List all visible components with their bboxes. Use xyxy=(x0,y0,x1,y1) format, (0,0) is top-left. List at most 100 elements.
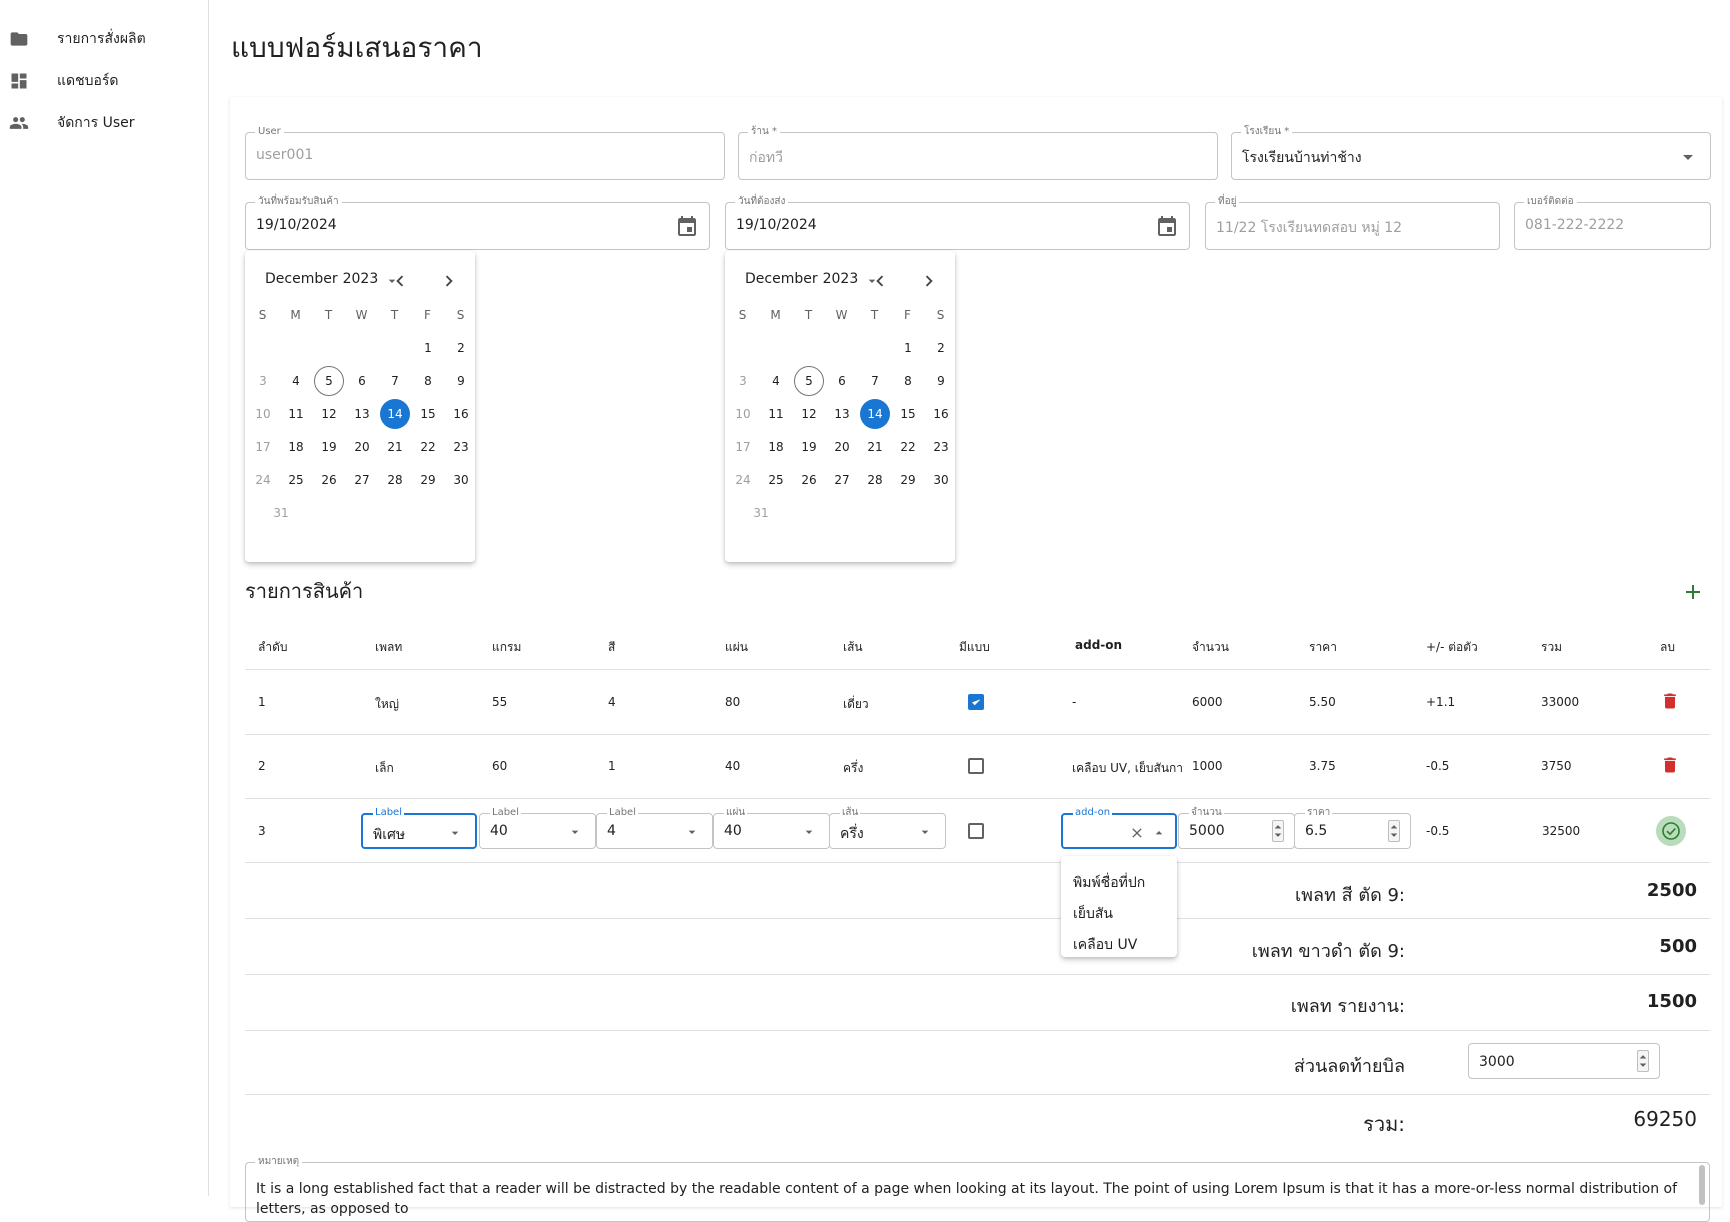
calendar-day[interactable]: 27 xyxy=(347,465,377,495)
calendar-day[interactable]: 19 xyxy=(794,432,824,462)
calendar-day[interactable]: 24 xyxy=(728,465,758,495)
calendar-day[interactable]: 18 xyxy=(761,432,791,462)
calendar-day[interactable]: 19 xyxy=(314,432,344,462)
chevron-right-icon[interactable] xyxy=(918,270,940,292)
calendar-day[interactable]: 17 xyxy=(728,432,758,462)
calendar-day[interactable]: 23 xyxy=(446,432,476,462)
calendar-day[interactable]: 25 xyxy=(281,465,311,495)
calendar-day[interactable]: 1 xyxy=(413,333,443,363)
calendar-day[interactable]: 10 xyxy=(248,399,278,429)
sidebar-item-orders[interactable]: รายการสั่งผลิต xyxy=(0,21,209,57)
has-design-checkbox[interactable] xyxy=(968,823,984,839)
calendar-day[interactable]: 5 xyxy=(314,366,344,396)
calendar-day[interactable]: 1 xyxy=(893,333,923,363)
calendar-day[interactable]: 6 xyxy=(347,366,377,396)
calendar-day[interactable]: 15 xyxy=(893,399,923,429)
address-field[interactable]: ที่อยู่ 11/22 โรงเรียนทดสอบ หมู่ 12 xyxy=(1205,195,1500,250)
calendar-day[interactable]: 16 xyxy=(926,399,956,429)
calendar-day[interactable]: 21 xyxy=(860,432,890,462)
calendar-day[interactable]: 3 xyxy=(728,366,758,396)
sidebar-item-dashboard[interactable]: แดชบอร์ด xyxy=(0,63,209,99)
calendar-day[interactable]: 17 xyxy=(248,432,278,462)
calendar-day[interactable]: 11 xyxy=(281,399,311,429)
calendar-day[interactable]: 31 xyxy=(746,498,776,528)
user-field[interactable]: User user001 xyxy=(245,125,725,180)
calendar-day[interactable]: 8 xyxy=(893,366,923,396)
calendar-day[interactable]: 7 xyxy=(380,366,410,396)
calendar-month-year[interactable]: December 2023 xyxy=(745,271,858,287)
clear-icon[interactable] xyxy=(1129,825,1145,841)
calendar-day[interactable]: 20 xyxy=(347,432,377,462)
calendar-day[interactable]: 31 xyxy=(266,498,296,528)
calendar-day[interactable]: 13 xyxy=(347,399,377,429)
calendar-day[interactable]: 28 xyxy=(860,465,890,495)
phone-field[interactable]: เบอร์ติดต่อ 081-222-2222 xyxy=(1514,195,1711,250)
calendar-day[interactable]: 25 xyxy=(761,465,791,495)
calendar-day[interactable]: 9 xyxy=(446,366,476,396)
calendar-day[interactable]: 9 xyxy=(926,366,956,396)
calendar-icon[interactable] xyxy=(1155,215,1179,239)
calendar-day[interactable]: 22 xyxy=(413,432,443,462)
calendar-day[interactable]: 29 xyxy=(893,465,923,495)
quantity-input[interactable]: จำนวน 5000 xyxy=(1178,807,1295,849)
calendar-day[interactable]: 6 xyxy=(827,366,857,396)
note-scrollbar[interactable] xyxy=(1699,1165,1705,1205)
calendar-day[interactable]: 3 xyxy=(248,366,278,396)
calendar-day[interactable]: 30 xyxy=(446,465,476,495)
chevron-left-icon[interactable] xyxy=(389,270,411,292)
discount-input[interactable]: 3000 xyxy=(1468,1043,1660,1079)
delete-icon[interactable] xyxy=(1660,755,1680,775)
calendar-day[interactable]: 15 xyxy=(413,399,443,429)
chevron-left-icon[interactable] xyxy=(869,270,891,292)
calendar-day[interactable]: 7 xyxy=(860,366,890,396)
calendar-day[interactable]: 12 xyxy=(794,399,824,429)
calendar-day[interactable]: 27 xyxy=(827,465,857,495)
addon-option[interactable]: เคลือบ UV xyxy=(1073,934,1137,956)
sheets-select[interactable]: แผ่น 40 xyxy=(713,807,830,849)
calendar-day[interactable]: 28 xyxy=(380,465,410,495)
calendar-day[interactable]: 13 xyxy=(827,399,857,429)
delete-icon[interactable] xyxy=(1660,691,1680,711)
calendar-day[interactable]: 16 xyxy=(446,399,476,429)
discount-stepper[interactable] xyxy=(1637,1050,1649,1072)
calendar-day[interactable]: 5 xyxy=(794,366,824,396)
calendar-day[interactable]: 14 xyxy=(860,399,890,429)
calendar-day[interactable]: 2 xyxy=(446,333,476,363)
calendar-day[interactable]: 14 xyxy=(380,399,410,429)
price-input[interactable]: ราคา 6.5 xyxy=(1294,807,1411,849)
note-field[interactable]: หมายเหตุ It is a long established fact t… xyxy=(245,1156,1710,1222)
addon-option[interactable]: พิมพ์ชื่อที่ปก xyxy=(1073,872,1145,894)
addon-option[interactable]: เย็บสัน xyxy=(1073,903,1113,925)
calendar-day[interactable]: 30 xyxy=(926,465,956,495)
ready-date-field[interactable]: วันที่พร้อมรับสินค้า 19/10/2024 xyxy=(245,195,710,250)
calendar-day[interactable]: 21 xyxy=(380,432,410,462)
addon-select[interactable]: add-on xyxy=(1061,807,1177,849)
quantity-stepper[interactable] xyxy=(1272,820,1284,842)
shop-field[interactable]: ร้าน * ก่อทวี xyxy=(738,125,1218,180)
calendar-day[interactable]: 4 xyxy=(761,366,791,396)
calendar-day[interactable]: 26 xyxy=(314,465,344,495)
has-design-checkbox[interactable] xyxy=(968,694,984,710)
chevron-right-icon[interactable] xyxy=(438,270,460,292)
add-item-button[interactable] xyxy=(1681,580,1705,604)
confirm-row-button[interactable] xyxy=(1656,816,1686,846)
calendar-day[interactable]: 29 xyxy=(413,465,443,495)
delivery-date-field[interactable]: วันที่ต้องส่ง 19/10/2024 xyxy=(725,195,1190,250)
calendar-day[interactable]: 12 xyxy=(314,399,344,429)
calendar-day[interactable]: 23 xyxy=(926,432,956,462)
calendar-day[interactable]: 8 xyxy=(413,366,443,396)
calendar-day[interactable]: 18 xyxy=(281,432,311,462)
gram-select[interactable]: Label 40 xyxy=(479,807,596,849)
school-select[interactable]: โรงเรียน * โรงเรียนบ้านท่าช้าง xyxy=(1231,125,1711,180)
calendar-month-year[interactable]: December 2023 xyxy=(265,271,378,287)
color-select[interactable]: Label 4 xyxy=(596,807,713,849)
sidebar-item-users[interactable]: จัดการ User xyxy=(0,105,209,141)
calendar-day[interactable]: 24 xyxy=(248,465,278,495)
price-stepper[interactable] xyxy=(1388,820,1400,842)
has-design-checkbox[interactable] xyxy=(968,758,984,774)
calendar-day[interactable]: 20 xyxy=(827,432,857,462)
calendar-day[interactable]: 22 xyxy=(893,432,923,462)
calendar-day[interactable]: 10 xyxy=(728,399,758,429)
calendar-day[interactable]: 11 xyxy=(761,399,791,429)
calendar-day[interactable]: 26 xyxy=(794,465,824,495)
